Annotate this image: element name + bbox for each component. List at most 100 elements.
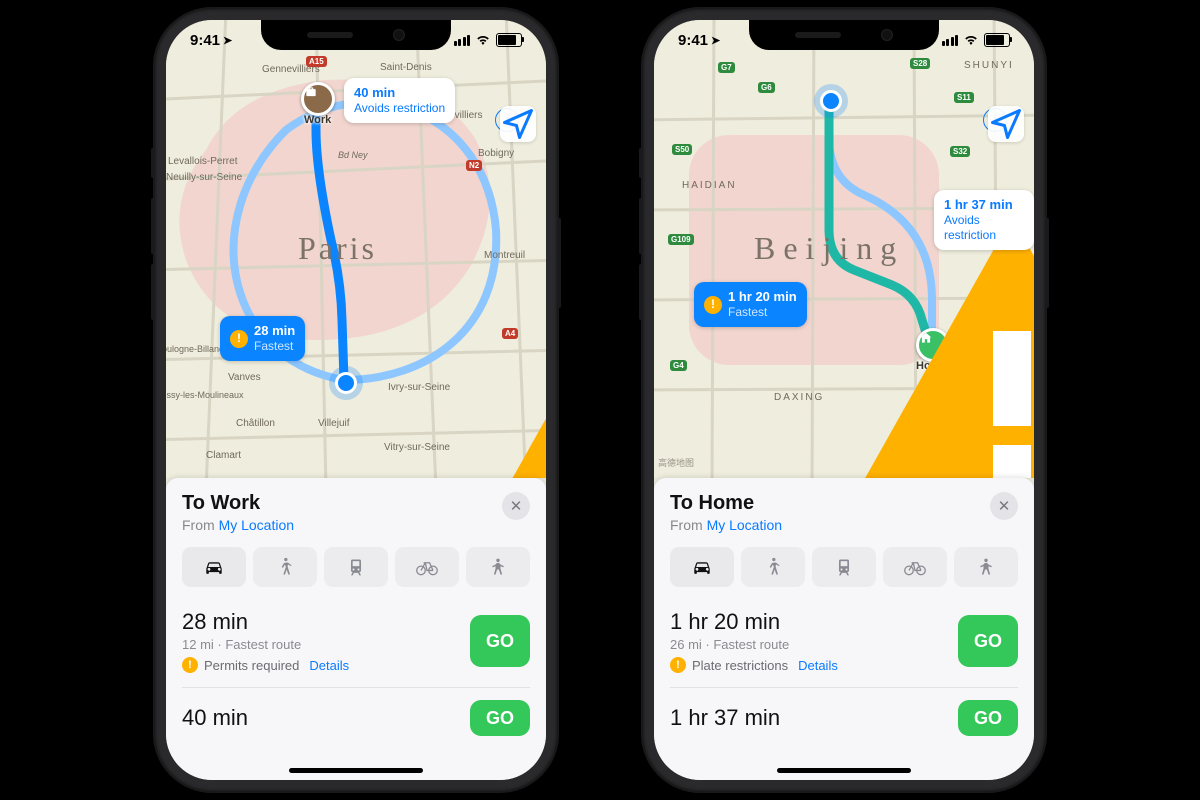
screen: 9:41 ➤ xyxy=(654,20,1034,780)
mode-walk[interactable] xyxy=(741,547,805,587)
map-place-label: Levallois-Perret xyxy=(168,156,237,167)
sheet-from: From My Location xyxy=(182,517,294,533)
battery-icon xyxy=(496,33,522,47)
mode-cycle[interactable] xyxy=(395,547,459,587)
callout-note: Fastest xyxy=(254,339,295,354)
directions-sheet[interactable]: To Home From My Location ✕ xyxy=(654,478,1034,780)
volume-down-button[interactable] xyxy=(151,264,155,320)
map-place-label: Issy-les-Moulineaux xyxy=(166,390,244,400)
route-meta: 12 mi · Fastest route xyxy=(182,637,349,652)
map-canvas[interactable]: Beijing HAIDIAN SHUNYI DAXING 高德地图 S28 G… xyxy=(654,20,1034,478)
map-locate-button[interactable] xyxy=(500,106,536,142)
map-info-button[interactable]: i xyxy=(500,62,536,98)
warning-icon: ! xyxy=(670,657,686,673)
destination-pin-work[interactable] xyxy=(301,82,335,116)
mode-drive[interactable] xyxy=(182,547,246,587)
map-canvas[interactable]: Paris Gennevilliers Saint-Denis Aubervil… xyxy=(166,20,546,478)
route-details-link[interactable]: Details xyxy=(309,658,349,673)
go-button[interactable]: GO xyxy=(470,615,530,667)
route-details-link[interactable]: Details xyxy=(798,658,838,673)
mode-transit[interactable] xyxy=(324,547,388,587)
status-time: 9:41 xyxy=(190,32,220,49)
callout-note: Avoids restriction xyxy=(944,213,1024,243)
close-button[interactable]: ✕ xyxy=(990,492,1018,520)
map-place-label: Saint-Denis xyxy=(380,62,432,73)
map-place-label: Villejuif xyxy=(318,418,350,429)
route-option[interactable]: 1 hr 37 min GO xyxy=(670,688,1018,736)
close-button[interactable]: ✕ xyxy=(502,492,530,520)
cellular-signal-icon xyxy=(454,35,471,46)
transport-mode-tabs xyxy=(670,547,1018,587)
wifi-icon xyxy=(963,32,979,49)
route-option[interactable]: 1 hr 20 min 26 mi · Fastest route ! Plat… xyxy=(670,597,1018,688)
map-place-label: Clamart xyxy=(206,450,241,461)
route-warning-text: Plate restrictions xyxy=(692,658,788,673)
notch xyxy=(749,20,939,50)
current-location-dot[interactable] xyxy=(335,372,357,394)
destination-pin-label: Work xyxy=(304,114,331,126)
wifi-icon xyxy=(475,32,491,49)
mode-rideshare[interactable] xyxy=(466,547,530,587)
battery-icon xyxy=(984,33,1010,47)
volume-down-button[interactable] xyxy=(639,264,643,320)
map-place-label: Neuilly-sur-Seine xyxy=(166,172,242,183)
warning-icon: ! xyxy=(704,296,722,314)
volume-up-button[interactable] xyxy=(151,198,155,254)
sheet-title: To Home xyxy=(670,492,782,515)
map-info-button[interactable]: i xyxy=(988,62,1024,98)
road-shield: G4 xyxy=(670,360,687,371)
location-services-icon: ➤ xyxy=(223,34,232,47)
route-callout-alt[interactable]: 40 min Avoids restriction xyxy=(344,78,455,123)
power-button[interactable] xyxy=(1045,218,1049,308)
road-shield: G109 xyxy=(668,234,694,245)
map-road-label: Bd Ney xyxy=(338,150,368,160)
go-button[interactable]: GO xyxy=(958,615,1018,667)
sheet-from: From My Location xyxy=(670,517,782,533)
route-warning-icon xyxy=(358,338,546,478)
volume-up-button[interactable] xyxy=(639,198,643,254)
go-button[interactable]: GO xyxy=(470,700,530,736)
mute-switch[interactable] xyxy=(639,148,643,178)
mode-walk[interactable] xyxy=(253,547,317,587)
from-location-link[interactable]: My Location xyxy=(219,517,294,533)
screen: 9:41 ➤ xyxy=(166,20,546,780)
callout-time: 28 min xyxy=(254,323,295,339)
sheet-title: To Work xyxy=(182,492,294,515)
warning-icon: ! xyxy=(230,330,248,348)
road-shield: S11 xyxy=(954,92,974,103)
from-location-link[interactable]: My Location xyxy=(707,517,782,533)
cellular-signal-icon xyxy=(942,35,959,46)
warning-icon: ! xyxy=(182,657,198,673)
road-shield: N2 xyxy=(466,160,482,171)
callout-time: 1 hr 20 min xyxy=(728,289,797,305)
mode-transit[interactable] xyxy=(812,547,876,587)
route-meta: 26 mi · Fastest route xyxy=(670,637,838,652)
callout-time: 40 min xyxy=(354,85,395,100)
road-shield: S50 xyxy=(672,144,692,155)
directions-sheet[interactable]: To Work From My Location ✕ xyxy=(166,478,546,780)
callout-note: Avoids restriction xyxy=(354,101,445,116)
power-button[interactable] xyxy=(557,218,561,308)
map-place-label: Châtillon xyxy=(236,418,275,429)
go-button[interactable]: GO xyxy=(958,700,1018,736)
city-label: Paris xyxy=(298,230,377,267)
status-time: 9:41 xyxy=(678,32,708,49)
home-indicator[interactable] xyxy=(289,768,423,773)
stage: 9:41 ➤ xyxy=(0,0,1200,800)
mode-rideshare[interactable] xyxy=(954,547,1018,587)
mode-cycle[interactable] xyxy=(883,547,947,587)
route-callout-primary[interactable]: ! 1 hr 20 min Fastest xyxy=(694,282,807,327)
route-option[interactable]: 40 min GO xyxy=(182,688,530,736)
map-locate-button[interactable] xyxy=(988,106,1024,142)
mute-switch[interactable] xyxy=(151,148,155,178)
route-option[interactable]: 28 min 12 mi · Fastest route ! Permits r… xyxy=(182,597,530,688)
current-location-dot[interactable] xyxy=(820,90,842,112)
route-callout-alt[interactable]: 1 hr 37 min Avoids restriction xyxy=(934,190,1034,250)
home-indicator[interactable] xyxy=(777,768,911,773)
callout-time: 1 hr 37 min xyxy=(944,197,1013,212)
route-time: 28 min xyxy=(182,609,349,635)
mode-drive[interactable] xyxy=(670,547,734,587)
road-shield: G6 xyxy=(758,82,775,93)
route-warning-line: ! Permits required Details xyxy=(182,657,349,673)
route-callout-primary[interactable]: ! 28 min Fastest xyxy=(220,316,305,361)
